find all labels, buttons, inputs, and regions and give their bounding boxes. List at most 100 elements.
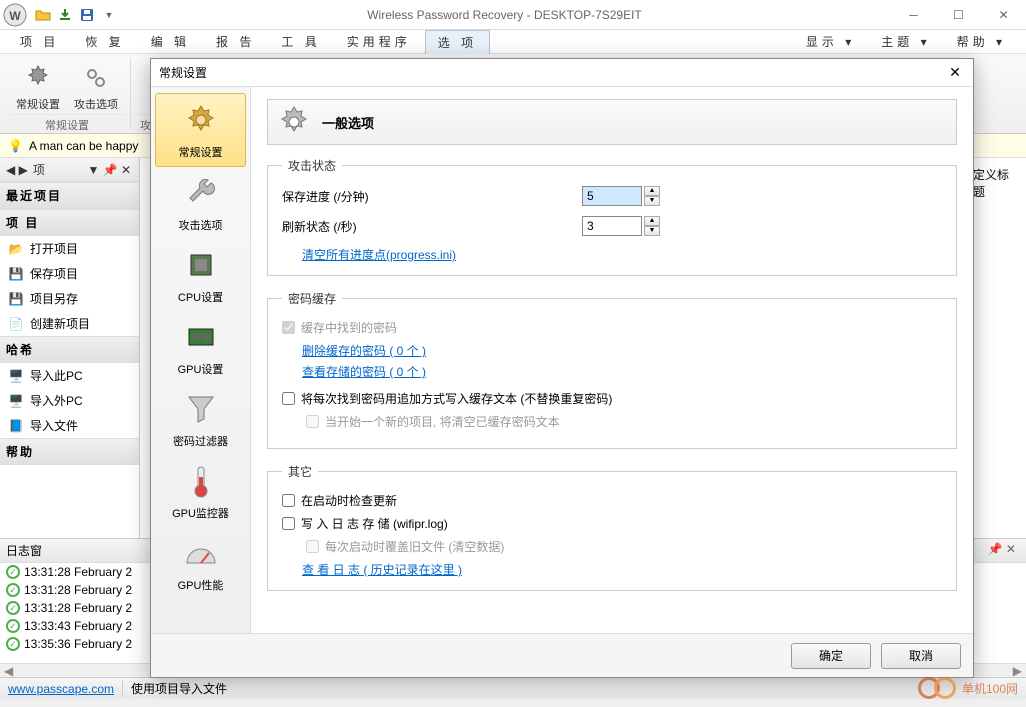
append-cache-checkbox[interactable] — [282, 392, 295, 405]
spin-up-button[interactable]: ▲ — [644, 216, 660, 226]
save-progress-label: 保存进度 (/分钟) — [282, 188, 582, 205]
section-header: 项 目 — [0, 209, 139, 236]
menu-item[interactable]: 编 辑 — [139, 30, 202, 54]
save-progress-spinner[interactable]: ▲▼ — [582, 186, 660, 206]
sidebar-item-wrench[interactable]: 攻击选项 — [151, 167, 250, 239]
view-cache-link[interactable]: 查看存储的密码 ( 0 个 ) — [302, 365, 426, 379]
refresh-status-input[interactable] — [582, 216, 642, 236]
left-panel: ◀ ▶ 项 ▼ 📌 ✕ 最近项目项 目📂打开项目💾保存项目💾项目另存📄创建新项目… — [0, 158, 140, 538]
save-progress-input[interactable] — [582, 186, 642, 206]
dialog-close-button[interactable]: ✕ — [945, 63, 965, 83]
folder-icon: 📂 — [8, 241, 24, 257]
menu-item[interactable]: 恢 复 — [73, 30, 136, 54]
pc-ext-icon: 🖥️ — [8, 393, 24, 409]
minimize-button[interactable]: ─ — [891, 0, 936, 30]
panel-item[interactable]: 💾保存项目 — [0, 261, 139, 286]
cache-found-label: 缓存中找到的密码 — [301, 319, 397, 336]
panel-item-label: 保存项目 — [30, 265, 78, 282]
sidebar-item-thermo[interactable]: GPU监控器 — [151, 455, 250, 527]
dialog-content: 一般选项 攻击状态 保存进度 (/分钟) ▲▼ 刷新状态 (/秒) ▲▼ — [251, 87, 973, 633]
menu-item[interactable]: 报 告 — [204, 30, 267, 54]
view-log-link[interactable]: 查 看 日 志 ( 历史记录在这里 ) — [302, 563, 462, 577]
maximize-button[interactable]: ☐ — [936, 0, 981, 30]
sidebar-item-cpu[interactable]: CPU设置 — [151, 239, 250, 311]
menu-item[interactable]: 工 具 — [269, 30, 332, 54]
gear-icon — [181, 100, 221, 140]
password-cache-group: 密码缓存 缓存中找到的密码 删除缓存的密码 ( 0 个 ) 查看存储的密码 ( … — [267, 290, 957, 449]
delete-cache-link[interactable]: 删除缓存的密码 ( 0 个 ) — [302, 344, 426, 358]
panel-item-label: 导入外PC — [30, 392, 83, 409]
check-update-checkbox[interactable] — [282, 494, 295, 507]
menu-item[interactable]: 选 项 — [425, 30, 490, 54]
spin-down-button[interactable]: ▼ — [644, 196, 660, 206]
write-log-checkbox[interactable] — [282, 517, 295, 530]
spin-up-button[interactable]: ▲ — [644, 186, 660, 196]
gpu-icon — [181, 317, 221, 357]
panel-item-label: 创建新项目 — [30, 315, 90, 332]
sidebar-item-label: CPU设置 — [178, 289, 223, 305]
clear-progress-link[interactable]: 清空所有进度点(progress.ini) — [302, 248, 456, 262]
pin-icon[interactable]: 📌 ✕ — [988, 542, 1016, 559]
panel-item-label: 导入此PC — [30, 367, 83, 384]
sidebar-item-gear[interactable]: 常规设置 — [155, 93, 246, 167]
close-button[interactable]: ✕ — [981, 0, 1026, 30]
dialog-titlebar: 常规设置 ✕ — [151, 59, 973, 87]
panel-item[interactable]: 📄创建新项目 — [0, 311, 139, 336]
menubar: 项 目恢 复编 辑报 告工 具实用程序选 项 显示 ▾主题 ▾帮助 ▾ — [0, 30, 1026, 54]
settings-dialog: 常规设置 ✕ 常规设置攻击选项 CPU设置 GPU设置密码过滤器 GPU监控器 GPU性… — [150, 58, 974, 678]
bulb-icon: 💡 — [8, 139, 23, 153]
panel-item[interactable]: 📂 打开项目 — [0, 236, 139, 261]
group-label: 常规设置 — [10, 114, 124, 135]
sidebar-item-funnel[interactable]: 密码过滤器 — [151, 383, 250, 455]
legend-attack: 攻击状态 — [282, 157, 342, 174]
status-link[interactable]: www.passcape.com — [8, 682, 114, 696]
newproject-clear-label: 当开始一个新的项目, 将清空已缓存密码文本 — [325, 413, 560, 430]
titlebar: W ▼ Wireless Password Recovery - DESKTOP… — [0, 0, 1026, 30]
append-cache-label: 将每次找到密码用追加方式写入缓存文本 (不替换重复密码) — [301, 390, 612, 407]
menu-item[interactable]: 帮助 ▾ — [945, 30, 1018, 53]
sidebar-item-gauge[interactable]: GPU性能 — [151, 527, 250, 599]
window-title: Wireless Password Recovery - DESKTOP-7S2… — [118, 8, 891, 22]
dropdown-icon[interactable]: ▼ — [100, 6, 118, 24]
cancel-button[interactable]: 取消 — [881, 643, 961, 669]
menu-item[interactable]: 主题 ▾ — [869, 30, 942, 53]
panel-item-label: 项目另存 — [30, 290, 78, 307]
log-title: 日志窗 — [6, 542, 42, 559]
content-header-text: 一般选项 — [322, 113, 374, 132]
refresh-status-spinner[interactable]: ▲▼ — [582, 216, 660, 236]
legend-cache: 密码缓存 — [282, 290, 342, 307]
menu-item[interactable]: 项 目 — [8, 30, 71, 54]
status-message: 使用项目导入文件 — [122, 680, 227, 697]
download-icon[interactable] — [56, 6, 74, 24]
open-icon[interactable] — [34, 6, 52, 24]
quick-access-toolbar: ▼ — [34, 6, 118, 24]
thermo-icon — [181, 461, 221, 501]
sidebar-item-label: GPU性能 — [178, 577, 224, 593]
sidebar-item-label: GPU监控器 — [172, 505, 229, 521]
panel-item[interactable]: 💾 项目另存 — [0, 286, 139, 311]
gear-icon — [276, 104, 312, 140]
sidebar-item-label: GPU设置 — [178, 361, 224, 377]
panel-item-label: 打开项目 — [30, 240, 78, 257]
check-icon: ✓ — [6, 637, 20, 651]
attack-options-button[interactable]: 攻击选项 — [68, 60, 124, 114]
section-header: 帮助 — [0, 438, 139, 465]
menu-item[interactable]: 显示 ▾ — [794, 30, 867, 53]
cpu-icon — [181, 245, 221, 285]
statusbar: www.passcape.com 使用项目导入文件 — [0, 677, 1026, 699]
panel-item[interactable]: 🖥️导入此PC — [0, 363, 139, 388]
ok-button[interactable]: 确定 — [791, 643, 871, 669]
general-settings-button[interactable]: 常规设置 — [10, 60, 66, 114]
panel-item[interactable]: 📘导入文件 — [0, 413, 139, 438]
cache-found-checkbox — [282, 321, 295, 334]
menu-item[interactable]: 实用程序 — [335, 30, 423, 54]
panel-item[interactable]: 🖥️ 导入外PC — [0, 388, 139, 413]
wrench-icon — [181, 173, 221, 213]
sidebar-item-gpu[interactable]: GPU设置 — [151, 311, 250, 383]
refresh-status-label: 刷新状态 (/秒) — [282, 218, 582, 235]
spin-down-button[interactable]: ▼ — [644, 226, 660, 236]
saveas-icon: 💾 — [8, 291, 24, 307]
save-icon[interactable] — [78, 6, 96, 24]
sidebar-item-label: 常规设置 — [179, 144, 223, 160]
gauge-icon — [181, 533, 221, 573]
